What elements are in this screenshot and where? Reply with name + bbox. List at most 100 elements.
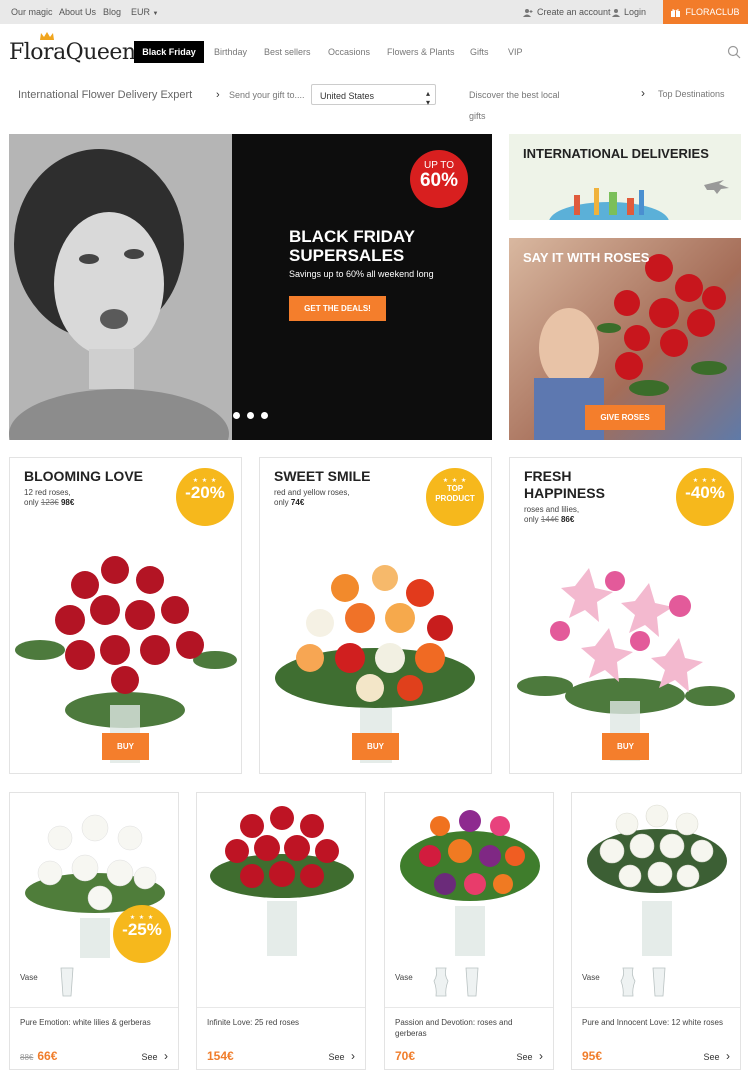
vase-option-icon[interactable] bbox=[652, 967, 666, 997]
chevron-right-icon: › bbox=[641, 86, 645, 100]
nav-gifts[interactable]: Gifts bbox=[470, 41, 489, 63]
woman-portrait-illustration bbox=[9, 134, 232, 440]
divider bbox=[197, 1007, 365, 1008]
stars-icon: ★ ★ ★ bbox=[692, 478, 718, 484]
stars-icon: ★ ★ ★ bbox=[129, 915, 155, 921]
vase-label: Vase bbox=[395, 973, 413, 982]
vase-option-icon[interactable] bbox=[465, 967, 479, 997]
mixed-gerberas-bouquet bbox=[400, 810, 540, 956]
vase-option-icon[interactable] bbox=[433, 967, 449, 997]
chevron-right-icon: › bbox=[726, 1049, 730, 1063]
buy-button[interactable]: BUY bbox=[602, 733, 649, 760]
product-card-pure-innocent-love[interactable]: Vase Pure and Innocent Love: 12 white ro… bbox=[571, 792, 741, 1070]
vase-option-icon[interactable] bbox=[60, 967, 74, 997]
get-deals-button[interactable]: GET THE DEALS! bbox=[289, 296, 386, 321]
logo[interactable]: FloraQueen bbox=[9, 32, 136, 65]
hero-subtitle: Savings up to 60% all weekend long bbox=[289, 269, 434, 279]
price: 66€ bbox=[37, 1049, 58, 1063]
create-account-link[interactable]: Create an account bbox=[523, 7, 611, 17]
country-value: United States bbox=[320, 91, 375, 101]
badge-value: -25% bbox=[122, 920, 162, 939]
card-price-line: only 144€ 86€ bbox=[524, 514, 574, 525]
price: 154€ bbox=[207, 1049, 234, 1063]
chevron-right-icon: › bbox=[216, 89, 220, 101]
price-line: 88€ 66€ bbox=[20, 1049, 57, 1063]
our-magic-link[interactable]: Our magic bbox=[11, 7, 53, 17]
badge-top-label: UP TO bbox=[423, 160, 454, 171]
nav-occasions[interactable]: Occasions bbox=[328, 41, 370, 63]
currency-selector[interactable]: EUR ▼ bbox=[131, 7, 158, 17]
international-deliveries-banner[interactable]: INTERNATIONAL DELIVERIES bbox=[509, 134, 741, 220]
country-select[interactable]: United States ▴ ▾ bbox=[311, 84, 436, 107]
nav-best-sellers[interactable]: Best sellers bbox=[264, 41, 311, 63]
badge-value: -20% bbox=[185, 483, 225, 502]
price-line: 154€ bbox=[207, 1049, 234, 1063]
white-roses-bouquet bbox=[587, 804, 727, 956]
roses-banner[interactable]: SAY IT WITH ROSES GIVE ROSES bbox=[509, 238, 741, 440]
price: 74€ bbox=[290, 498, 305, 507]
top-bar: Our magic About Us Blog EUR ▼ Create an … bbox=[0, 0, 748, 24]
roses-title: SAY IT WITH ROSES bbox=[523, 250, 650, 265]
card-price-line: only 123€ 98€ bbox=[24, 497, 74, 508]
card-price-line: only 74€ bbox=[274, 497, 304, 508]
blog-link[interactable]: Blog bbox=[103, 7, 121, 17]
stars-icon: ★ ★ ★ bbox=[192, 478, 218, 484]
old-price: 144€ bbox=[540, 515, 559, 524]
price-line: 70€ bbox=[395, 1049, 415, 1063]
buy-button[interactable]: BUY bbox=[102, 733, 149, 760]
caret-down-icon: ▼ bbox=[152, 11, 159, 17]
old-price: 88€ bbox=[20, 1053, 34, 1062]
user-icon bbox=[612, 8, 620, 17]
carousel-dot-2[interactable] bbox=[247, 412, 254, 419]
vase-option-icon[interactable] bbox=[620, 967, 636, 997]
floraclub-button[interactable]: FLORACLUB bbox=[663, 0, 748, 24]
price-line: 95€ bbox=[582, 1049, 602, 1063]
product-card-passion-devotion[interactable]: Vase Passion and Devotion: roses and ger… bbox=[384, 792, 554, 1070]
see-label: See bbox=[703, 1052, 720, 1062]
featured-card-fresh-happiness[interactable]: FRESH HAPPINESS roses and lilies, only 1… bbox=[509, 457, 742, 774]
login-label: Login bbox=[624, 7, 647, 17]
nav-black-friday[interactable]: Black Friday bbox=[134, 41, 204, 63]
product-name[interactable]: Pure and Innocent Love: 12 white roses bbox=[582, 1017, 732, 1028]
product-name[interactable]: Infinite Love: 25 red roses bbox=[207, 1017, 357, 1028]
product-card-pure-emotion[interactable]: ★ ★ ★ -25% Vase Pure Emotion: white lili… bbox=[9, 792, 179, 1070]
nav-flowers-plants[interactable]: Flowers & Plants bbox=[387, 41, 455, 63]
see-link[interactable]: See › bbox=[703, 1049, 730, 1063]
see-link[interactable]: See › bbox=[516, 1049, 543, 1063]
featured-card-sweet-smile[interactable]: SWEET SMILE red and yellow roses, only 7… bbox=[259, 457, 492, 774]
about-us-link[interactable]: About Us bbox=[59, 7, 96, 17]
discount-badge: ★ ★ ★ -20% bbox=[176, 468, 234, 526]
featured-card-blooming-love[interactable]: BLOOMING LOVE 12 red roses, only 123€ 98… bbox=[9, 457, 242, 774]
only-label: only bbox=[274, 498, 289, 507]
carousel-dot-3[interactable] bbox=[261, 412, 268, 419]
carousel-dot-1[interactable] bbox=[233, 412, 240, 419]
give-roses-button[interactable]: GIVE ROSES bbox=[585, 405, 665, 430]
tagline: International Flower Delivery Expert bbox=[18, 89, 193, 101]
see-link[interactable]: See › bbox=[141, 1049, 168, 1063]
card-title: FRESH HAPPINESS bbox=[524, 468, 674, 502]
see-label: See bbox=[516, 1052, 533, 1062]
product-name[interactable]: Pure Emotion: white lilies & gerberas bbox=[20, 1017, 170, 1028]
discover-line2: gifts bbox=[469, 111, 486, 121]
top-destinations-link[interactable]: Top Destinations bbox=[658, 89, 725, 99]
divider bbox=[10, 1007, 178, 1008]
see-label: See bbox=[328, 1052, 345, 1062]
chevron-right-icon: › bbox=[164, 1049, 168, 1063]
red-roses-bouquet bbox=[210, 806, 354, 956]
see-link[interactable]: See › bbox=[328, 1049, 355, 1063]
product-card-infinite-love[interactable]: Infinite Love: 25 red roses 154€ See › bbox=[196, 792, 366, 1070]
divider bbox=[385, 1007, 553, 1008]
buy-button[interactable]: BUY bbox=[352, 733, 399, 760]
nav-birthday[interactable]: Birthday bbox=[214, 41, 247, 63]
card-title-line1: FRESH bbox=[524, 468, 572, 484]
login-link[interactable]: Login bbox=[612, 7, 646, 17]
discount-badge: ★ ★ ★ -40% bbox=[676, 468, 734, 526]
product-name[interactable]: Passion and Devotion: roses and gerberas bbox=[395, 1017, 545, 1039]
world-landmarks-illustration bbox=[549, 180, 729, 220]
search-icon[interactable] bbox=[727, 45, 741, 59]
chevron-right-icon: › bbox=[351, 1049, 355, 1063]
badge-line1: TOP bbox=[446, 484, 464, 493]
nav-vip[interactable]: VIP bbox=[508, 41, 523, 63]
create-account-label: Create an account bbox=[537, 7, 611, 17]
logo-text: FloraQueen bbox=[9, 40, 136, 65]
